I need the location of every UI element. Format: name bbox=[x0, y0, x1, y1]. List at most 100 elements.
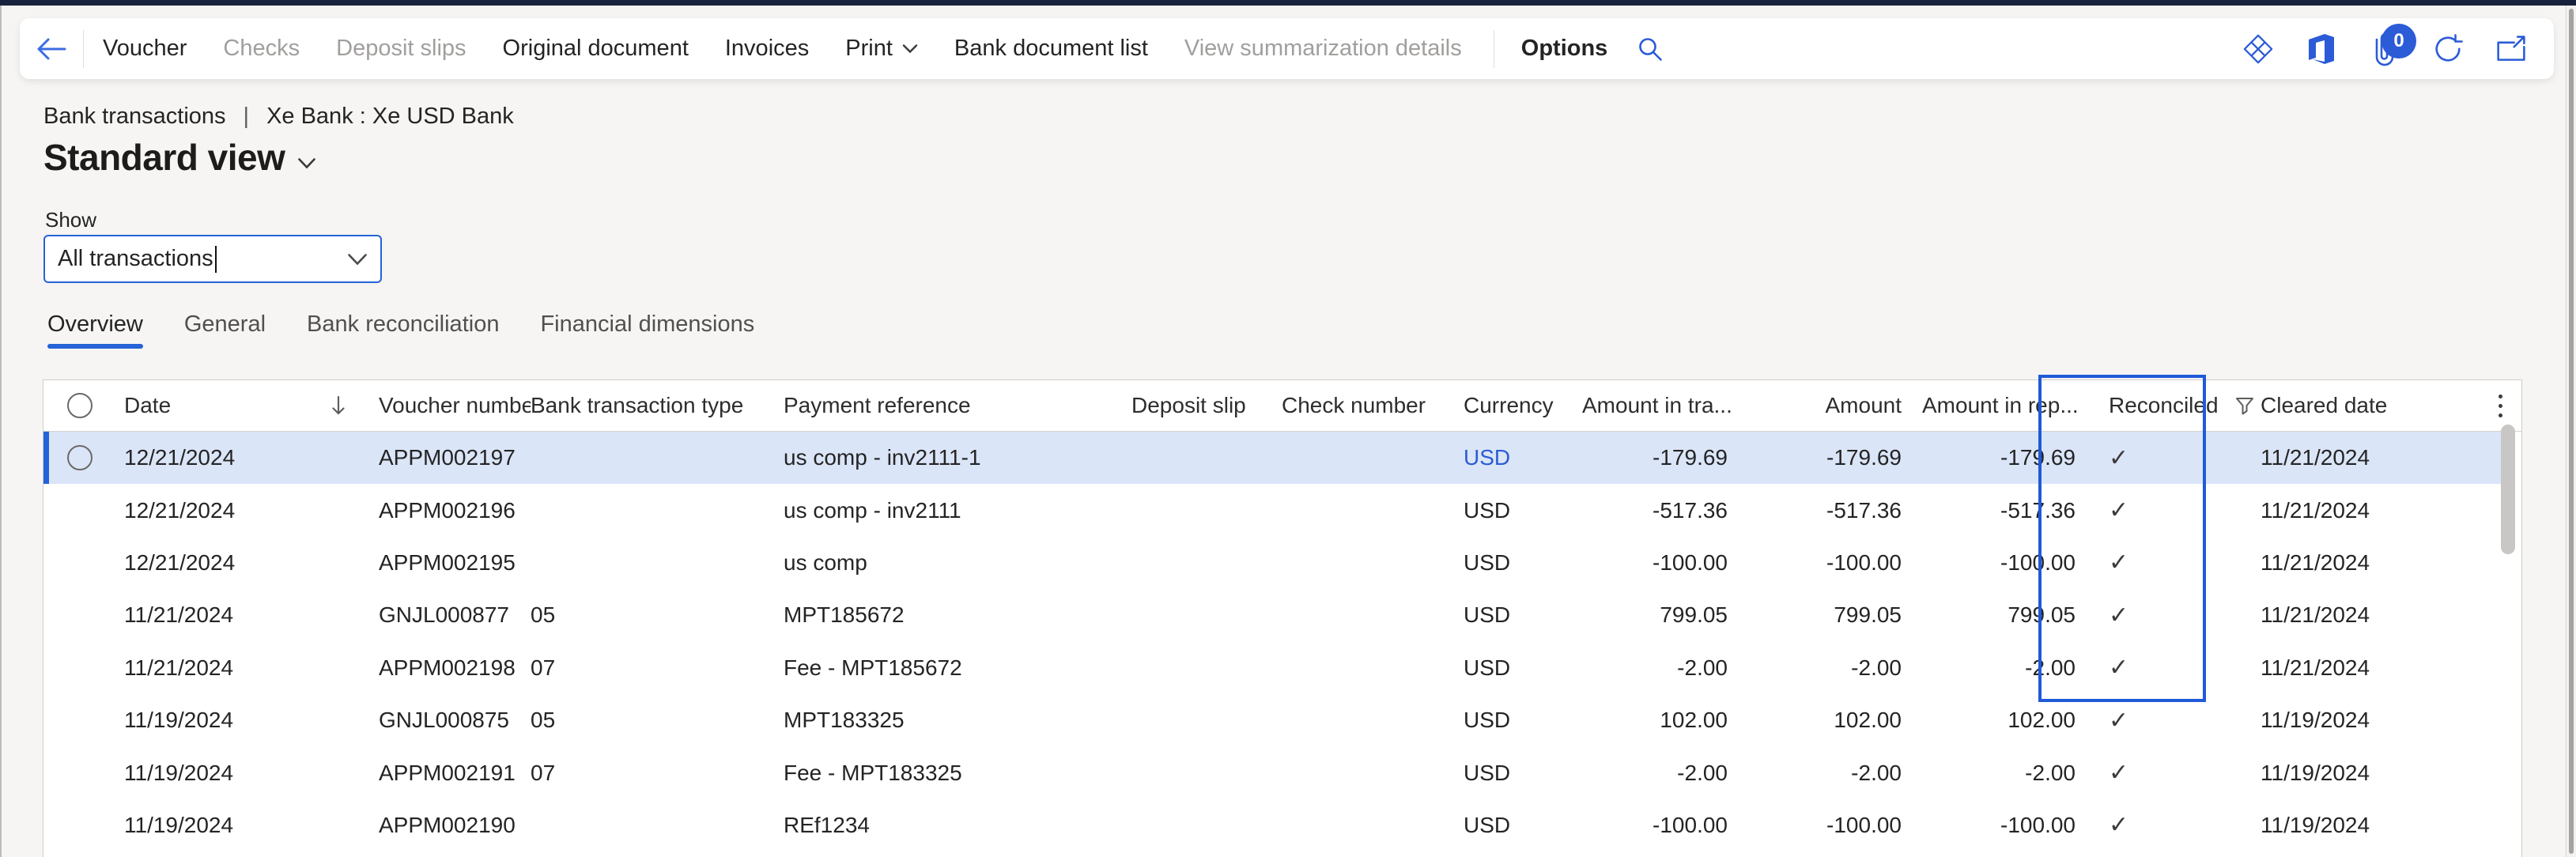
cell-reconciled[interactable]: ✓ bbox=[2096, 549, 2254, 576]
cell-voucher-number[interactable]: APPM002195 bbox=[379, 550, 531, 576]
cell-amount-in-reporting[interactable]: -517.36 bbox=[1922, 498, 2096, 523]
cell-cleared-date[interactable]: 11/19/2024 bbox=[2254, 708, 2468, 733]
options-button[interactable]: Options bbox=[1521, 36, 1608, 62]
table-row[interactable]: 11/21/2024 APPM002198 07 Fee - MPT185672… bbox=[43, 642, 2501, 694]
cell-reconciled[interactable]: ✓ bbox=[2096, 759, 2254, 787]
cell-amount[interactable]: -2.00 bbox=[1748, 655, 1922, 681]
cell-amount[interactable]: 102.00 bbox=[1748, 708, 1922, 733]
cell-payment-reference[interactable]: us comp - inv2111 bbox=[784, 498, 1131, 523]
table-row[interactable]: 11/19/2024 APPM002191 07 Fee - MPT183325… bbox=[43, 746, 2501, 798]
tab-general[interactable]: General bbox=[184, 311, 266, 349]
cell-cleared-date[interactable]: 11/19/2024 bbox=[2254, 761, 2468, 786]
cell-amount-in-reporting[interactable]: -100.00 bbox=[1922, 550, 2096, 576]
row-radio[interactable] bbox=[43, 813, 116, 838]
cell-amount-in-reporting[interactable]: 102.00 bbox=[1922, 708, 2096, 733]
col-header-amount-in-reporting[interactable]: Amount in rep... bbox=[1922, 393, 2096, 418]
dynamics-diamond-icon[interactable] bbox=[2242, 33, 2274, 65]
back-button[interactable] bbox=[20, 36, 83, 62]
cell-voucher-number[interactable]: APPM002197 bbox=[379, 445, 531, 470]
cell-reconciled[interactable]: ✓ bbox=[2096, 496, 2254, 524]
grid-more-options-icon[interactable] bbox=[2499, 395, 2502, 417]
refresh-icon[interactable] bbox=[2432, 33, 2464, 65]
row-radio[interactable] bbox=[43, 445, 116, 470]
cell-currency[interactable]: USD bbox=[1448, 550, 1582, 576]
table-row[interactable]: 12/21/2024 APPM002197 us comp - inv2111-… bbox=[43, 432, 2501, 484]
cell-voucher-number[interactable]: APPM002190 bbox=[379, 813, 531, 838]
col-header-date[interactable]: Date bbox=[116, 393, 379, 418]
menu-voucher[interactable]: Voucher bbox=[103, 36, 187, 62]
cell-reconciled[interactable]: ✓ bbox=[2096, 654, 2254, 681]
cell-currency[interactable]: USD bbox=[1448, 813, 1582, 838]
cell-cleared-date[interactable]: 11/21/2024 bbox=[2254, 550, 2468, 576]
col-header-voucher-number[interactable]: Voucher number bbox=[379, 393, 531, 418]
cell-currency[interactable]: USD bbox=[1448, 445, 1582, 470]
col-header-cleared-date[interactable]: Cleared date bbox=[2254, 393, 2468, 418]
chevron-down-icon[interactable] bbox=[347, 253, 368, 266]
row-radio[interactable] bbox=[43, 550, 116, 576]
col-header-amount-in-transaction[interactable]: Amount in tra... bbox=[1582, 393, 1748, 418]
cell-cleared-date[interactable]: 11/21/2024 bbox=[2254, 602, 2468, 628]
cell-date[interactable]: 11/21/2024 bbox=[116, 602, 379, 628]
row-radio[interactable] bbox=[43, 655, 116, 681]
table-row[interactable]: 12/21/2024 APPM002195 us comp USD -100.0… bbox=[43, 537, 2501, 589]
cell-cleared-date[interactable]: 11/21/2024 bbox=[2254, 655, 2468, 681]
col-header-deposit-slip[interactable]: Deposit slip bbox=[1131, 393, 1282, 418]
col-header-bank-transaction-type[interactable]: Bank transaction type bbox=[531, 393, 784, 418]
cell-amount[interactable]: -517.36 bbox=[1748, 498, 1922, 523]
cell-date[interactable]: 11/19/2024 bbox=[116, 761, 379, 786]
view-chevron-down-icon[interactable] bbox=[297, 157, 316, 169]
cell-amount[interactable]: -2.00 bbox=[1748, 761, 1922, 786]
cell-payment-reference[interactable]: us comp bbox=[784, 550, 1131, 576]
cell-currency[interactable]: USD bbox=[1448, 655, 1582, 681]
menu-original-document[interactable]: Original document bbox=[503, 36, 689, 62]
cell-amount-in-transaction[interactable]: -2.00 bbox=[1582, 761, 1748, 786]
row-radio[interactable] bbox=[43, 498, 116, 523]
grid-scrollbar-thumb[interactable] bbox=[2501, 425, 2515, 554]
cell-currency[interactable]: USD bbox=[1448, 498, 1582, 523]
breadcrumb-page[interactable]: Bank transactions bbox=[43, 104, 226, 130]
cell-reconciled[interactable]: ✓ bbox=[2096, 707, 2254, 734]
page-scrollbar[interactable] bbox=[2566, 6, 2576, 857]
cell-currency[interactable]: USD bbox=[1448, 761, 1582, 786]
cell-amount[interactable]: 799.05 bbox=[1748, 602, 1922, 628]
cell-reconciled[interactable]: ✓ bbox=[2096, 811, 2254, 839]
cell-amount-in-transaction[interactable]: 799.05 bbox=[1582, 602, 1748, 628]
cell-voucher-number[interactable]: APPM002191 bbox=[379, 761, 531, 786]
table-row[interactable]: 11/19/2024 GNJL000875 05 MPT183325 USD 1… bbox=[43, 694, 2501, 746]
cell-voucher-number[interactable]: APPM002196 bbox=[379, 498, 531, 523]
cell-amount-in-transaction[interactable]: -517.36 bbox=[1582, 498, 1748, 523]
cell-date[interactable]: 11/19/2024 bbox=[116, 708, 379, 733]
tab-bank-reconciliation[interactable]: Bank reconciliation bbox=[307, 311, 499, 349]
row-radio[interactable] bbox=[43, 761, 116, 786]
cell-amount-in-transaction[interactable]: 102.00 bbox=[1582, 708, 1748, 733]
cell-amount-in-reporting[interactable]: -100.00 bbox=[1922, 813, 2096, 838]
cell-amount-in-transaction[interactable]: -2.00 bbox=[1582, 655, 1748, 681]
cell-voucher-number[interactable]: GNJL000877 bbox=[379, 602, 531, 628]
col-header-reconciled[interactable]: Reconciled bbox=[2096, 393, 2254, 418]
row-radio[interactable] bbox=[43, 602, 116, 628]
table-row[interactable]: 12/21/2024 APPM002196 us comp - inv2111 … bbox=[43, 484, 2501, 536]
search-icon[interactable] bbox=[1634, 33, 1666, 65]
office-icon[interactable] bbox=[2306, 33, 2337, 65]
select-all-radio[interactable] bbox=[43, 393, 116, 418]
cell-amount-in-transaction[interactable]: -100.00 bbox=[1582, 813, 1748, 838]
cell-voucher-number[interactable]: GNJL000875 bbox=[379, 708, 531, 733]
menu-bank-document-list[interactable]: Bank document list bbox=[954, 36, 1148, 62]
table-row[interactable]: 11/19/2024 APPM002190 REf1234 USD -100.0… bbox=[43, 799, 2501, 851]
cell-voucher-number[interactable]: APPM002198 bbox=[379, 655, 531, 681]
cell-payment-reference[interactable]: MPT185672 bbox=[784, 602, 1131, 628]
cell-payment-reference[interactable]: us comp - inv2111-1 bbox=[784, 445, 1131, 470]
cell-date[interactable]: 11/21/2024 bbox=[116, 655, 379, 681]
cell-payment-reference[interactable]: Fee - MPT185672 bbox=[784, 655, 1131, 681]
table-row[interactable]: 11/21/2024 GNJL000877 05 MPT185672 USD 7… bbox=[43, 589, 2501, 641]
show-transactions-combobox[interactable]: All transactions bbox=[43, 235, 382, 283]
attachments-icon[interactable]: 0 bbox=[2369, 33, 2400, 65]
cell-currency[interactable]: USD bbox=[1448, 602, 1582, 628]
cell-amount-in-transaction[interactable]: -179.69 bbox=[1582, 445, 1748, 470]
cell-bank-transaction-type[interactable]: 07 bbox=[531, 655, 784, 681]
col-header-check-number[interactable]: Check number bbox=[1282, 393, 1448, 418]
cell-payment-reference[interactable]: MPT183325 bbox=[784, 708, 1131, 733]
cell-date[interactable]: 12/21/2024 bbox=[116, 498, 379, 523]
col-header-payment-reference[interactable]: Payment reference bbox=[784, 393, 1131, 418]
tab-overview[interactable]: Overview bbox=[47, 311, 143, 349]
